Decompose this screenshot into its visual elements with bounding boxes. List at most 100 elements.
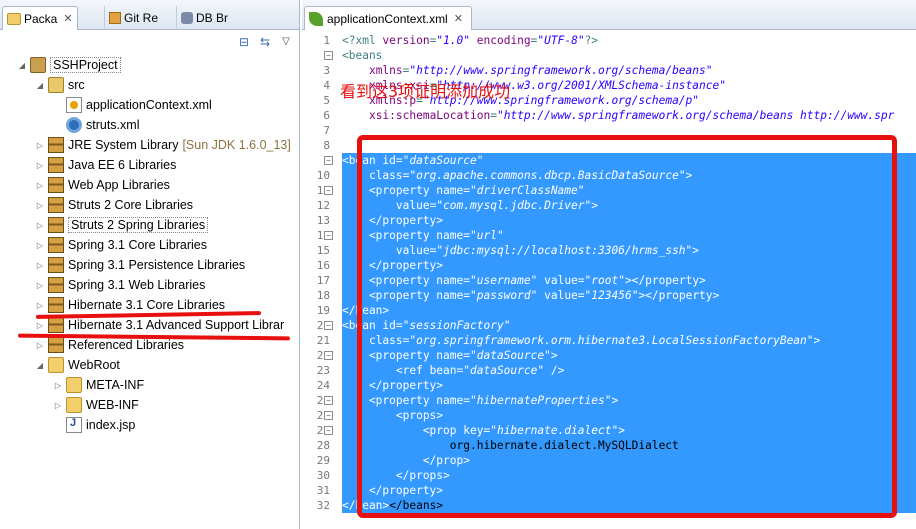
view-toolbar: ⊟ ⇆ ▽ <box>0 31 299 53</box>
fold-toggle-icon[interactable]: − <box>324 351 333 360</box>
code-line: xsi:schemaLocation="http://www.springfra… <box>342 108 894 123</box>
fold-toggle-icon[interactable]: − <box>324 426 333 435</box>
view-menu-icon[interactable]: ▽ <box>278 34 294 50</box>
red-highlight-box <box>357 135 897 518</box>
package-explorer-icon <box>7 12 21 25</box>
library-icon <box>48 197 64 213</box>
folder-icon <box>66 397 82 413</box>
collapsed-arrow-icon[interactable]: ▷ <box>52 401 64 410</box>
tree-node-library[interactable]: ▷ Spring 3.1 Core Libraries <box>34 235 207 255</box>
tree-node-label: Hibernate 3.1 Core Libraries <box>68 298 226 312</box>
collapsed-arrow-icon[interactable]: ▷ <box>34 141 46 150</box>
code-token: xmlns <box>368 64 403 77</box>
tree-node-label: index.jsp <box>86 418 136 432</box>
tree-node-struts-xml[interactable]: struts.xml <box>52 115 139 135</box>
collapsed-arrow-icon[interactable]: ▷ <box>34 201 46 210</box>
line-number: 4 <box>323 79 330 92</box>
library-icon <box>48 297 64 313</box>
fold-toggle-icon[interactable]: − <box>324 186 333 195</box>
code-token: "UTF-8" <box>537 34 585 47</box>
line-number: 1 <box>323 34 330 47</box>
view-tab-bar: Packa ✕ Git Re DB Br <box>0 0 299 30</box>
fold-toggle-icon[interactable]: − <box>324 231 333 240</box>
close-icon[interactable]: ✕ <box>63 12 72 25</box>
line-number: 13 <box>316 214 330 227</box>
tab-package-explorer[interactable]: Packa ✕ <box>2 6 78 30</box>
tree-node-meta-inf[interactable]: ▷ META-INF <box>52 375 144 395</box>
library-icon <box>48 257 64 273</box>
source-folder-icon <box>48 77 64 93</box>
fold-toggle-icon[interactable]: − <box>324 156 333 165</box>
fold-toggle-icon[interactable]: − <box>324 51 333 60</box>
tree-node-label: Hibernate 3.1 Advanced Support Librar <box>68 318 285 332</box>
collapsed-arrow-icon[interactable]: ▷ <box>34 281 46 290</box>
code-line: <beans <box>342 48 382 63</box>
tree-node-jre-library[interactable]: ▷ JRE System Library [Sun JDK 1.6.0_13] <box>34 135 291 155</box>
tree-node-web-inf[interactable]: ▷ WEB-INF <box>52 395 139 415</box>
tree-node-src[interactable]: ◢ src <box>34 75 85 95</box>
collapsed-arrow-icon[interactable]: ▷ <box>34 261 46 270</box>
line-number: 12 <box>316 199 330 212</box>
code-token: "1.0" <box>436 34 471 47</box>
tree-node-library[interactable]: ▷ Java EE 6 Libraries <box>34 155 176 175</box>
close-icon[interactable]: ✕ <box>454 12 463 25</box>
tree-node-library[interactable]: ▷ Web App Libraries <box>34 175 170 195</box>
tree-node-label: META-INF <box>86 378 145 392</box>
tree-node-label: Web App Libraries <box>68 178 170 192</box>
tab-db-browser[interactable]: DB Br <box>176 6 232 30</box>
line-number: 17 <box>316 274 330 287</box>
tree-node-library[interactable]: ▷ Struts 2 Spring Libraries <box>34 215 209 235</box>
tab-git-repositories[interactable]: Git Re <box>104 6 162 30</box>
tree-node-label: struts.xml <box>86 118 140 132</box>
collapsed-arrow-icon[interactable]: ▷ <box>34 161 46 170</box>
tree-node-label: JRE System Library <box>68 138 179 152</box>
tree-node-label: applicationContext.xml <box>86 98 212 112</box>
jsp-file-icon <box>66 417 82 433</box>
tree-node-library[interactable]: ▷ Spring 3.1 Persistence Libraries <box>34 255 245 275</box>
code-token: xsi:schemaLocation <box>368 109 491 122</box>
tree-node-applicationcontext[interactable]: applicationContext.xml <box>52 95 212 115</box>
code-token: "http://www.springframework.org/schema/b… <box>496 109 895 122</box>
database-icon <box>181 12 193 24</box>
tree-node-label: Spring 3.1 Persistence Libraries <box>68 258 246 272</box>
fold-toggle-icon[interactable]: − <box>324 321 333 330</box>
project-icon <box>30 57 46 73</box>
expanded-arrow-icon[interactable]: ◢ <box>34 361 46 370</box>
tab-applicationcontext-xml[interactable]: applicationContext.xml ✕ <box>304 6 472 30</box>
line-number: 21 <box>316 334 330 347</box>
tree-node-library[interactable]: ▷ Struts 2 Core Libraries <box>34 195 193 215</box>
fold-toggle-icon[interactable]: − <box>324 396 333 405</box>
line-number: 31 <box>316 484 330 497</box>
collapsed-arrow-icon[interactable]: ▷ <box>34 341 46 350</box>
collapse-all-icon[interactable]: ⊟ <box>236 34 252 50</box>
line-number: 30 <box>316 469 330 482</box>
code-token: "http://www.springframework.org/schema/b… <box>409 64 713 77</box>
line-number: 23 <box>316 364 330 377</box>
tree-node-webroot[interactable]: ◢ WebRoot <box>34 355 120 375</box>
line-number: 32 <box>316 499 330 512</box>
tree-node-project[interactable]: ◢ SSHProject <box>16 55 121 75</box>
line-number: 29 <box>316 454 330 467</box>
struts-config-icon <box>66 117 82 133</box>
line-number: 19 <box>316 304 330 317</box>
tree-node-label: Struts 2 Spring Libraries <box>68 217 209 233</box>
tree-node-label: Referenced Libraries <box>68 338 185 352</box>
expanded-arrow-icon[interactable]: ◢ <box>34 81 46 90</box>
collapsed-arrow-icon[interactable]: ▷ <box>34 241 46 250</box>
link-with-editor-icon[interactable]: ⇆ <box>257 34 273 50</box>
tree-node-library[interactable]: ▷ Spring 3.1 Web Libraries <box>34 275 205 295</box>
collapsed-arrow-icon[interactable]: ▷ <box>34 301 46 310</box>
library-icon <box>48 337 64 353</box>
tree-node-label: Spring 3.1 Web Libraries <box>68 278 206 292</box>
collapsed-arrow-icon[interactable]: ▷ <box>52 381 64 390</box>
expanded-arrow-icon[interactable]: ◢ <box>16 61 28 70</box>
collapsed-arrow-icon[interactable]: ▷ <box>34 221 46 230</box>
tree-node-index-jsp[interactable]: index.jsp <box>52 415 135 435</box>
code-token: encoding <box>476 34 531 47</box>
code-token: version <box>382 34 430 47</box>
tree-node-label: Java EE 6 Libraries <box>68 158 177 172</box>
collapsed-arrow-icon[interactable]: ▷ <box>34 321 46 330</box>
spring-xml-file-icon <box>66 97 82 113</box>
collapsed-arrow-icon[interactable]: ▷ <box>34 181 46 190</box>
fold-toggle-icon[interactable]: − <box>324 411 333 420</box>
